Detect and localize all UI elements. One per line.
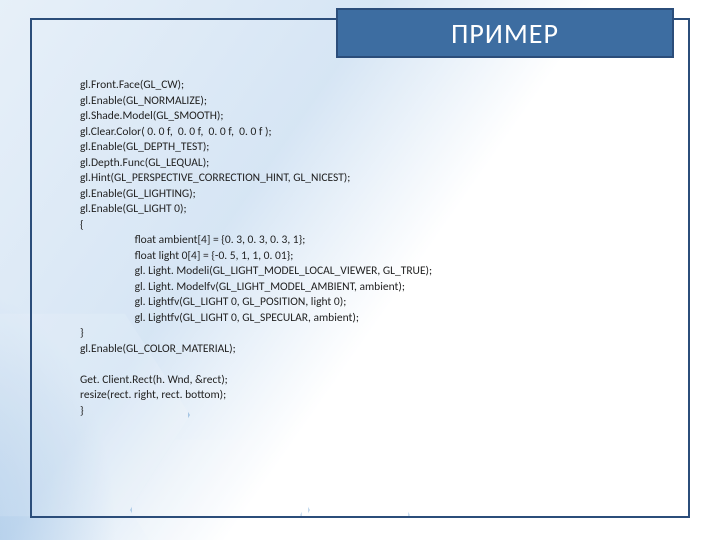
code-block: gl.Front.Face(GL_CW); gl.Enable(GL_NORMA… bbox=[80, 78, 660, 419]
code-line: gl.Enable(GL_NORMALIZE); bbox=[80, 94, 207, 108]
code-line: gl.Hint(GL_PERSPECTIVE_CORRECTION_HINT, … bbox=[80, 171, 350, 185]
code-line: gl.Enable(GL_COLOR_MATERIAL); bbox=[80, 342, 236, 356]
code-line: gl.Enable(GL_LIGHT 0); bbox=[80, 202, 187, 216]
code-line: { bbox=[80, 218, 84, 232]
code-line: float ambient[4] = {0. 3, 0. 3, 0. 3, 1}… bbox=[80, 233, 305, 247]
code-line: gl.Enable(GL_DEPTH_TEST); bbox=[80, 140, 209, 154]
code-line: } bbox=[80, 404, 84, 418]
code-line: gl. Lightfv(GL_LIGHT 0, GL_SPECULAR, amb… bbox=[80, 311, 359, 325]
code-line: resize(rect. right, rect. bottom); bbox=[80, 388, 226, 402]
code-line: float light 0[4] = {-0. 5, 1, 1, 0. 01}; bbox=[80, 249, 293, 263]
title-box: ПРИМЕР bbox=[336, 8, 674, 58]
code-line: gl.Enable(GL_LIGHTING); bbox=[80, 187, 196, 201]
code-line: gl. Lightfv(GL_LIGHT 0, GL_POSITION, lig… bbox=[80, 295, 346, 309]
code-line: gl.Front.Face(GL_CW); bbox=[80, 78, 184, 92]
code-line: Get. Client.Rect(h. Wnd, &rect); bbox=[80, 373, 228, 387]
slide-title: ПРИМЕР bbox=[451, 16, 559, 51]
code-line: gl.Clear.Color( 0. 0 f, 0. 0 f, 0. 0 f, … bbox=[80, 125, 272, 139]
code-line: gl. Light. Modelfv(GL_LIGHT_MODEL_AMBIEN… bbox=[80, 280, 405, 294]
code-line: gl.Depth.Func(GL_LEQUAL); bbox=[80, 156, 209, 170]
code-line: gl.Shade.Model(GL_SMOOTH); bbox=[80, 109, 223, 123]
code-line: } bbox=[80, 326, 84, 340]
code-line: gl. Light. Modeli(GL_LIGHT_MODEL_LOCAL_V… bbox=[80, 264, 432, 278]
